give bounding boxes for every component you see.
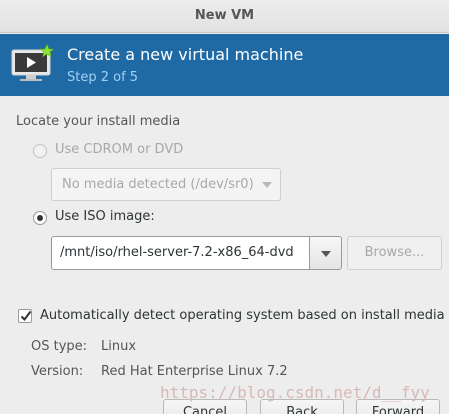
window-titlebar: New VM <box>0 0 449 33</box>
monitor-star-icon <box>11 44 54 81</box>
auto-detect-label: Automatically detect operating system ba… <box>40 308 445 323</box>
os-type-key: OS type: <box>31 339 88 354</box>
os-type-value: Linux <box>101 339 137 354</box>
chevron-down-icon <box>262 182 272 188</box>
chevron-down-icon <box>321 251 331 257</box>
wizard-header: Create a new virtual machine Step 2 of 5 <box>0 34 449 96</box>
window-title: New VM <box>194 8 255 23</box>
browse-button[interactable]: Browse... <box>347 236 442 270</box>
cdrom-radio[interactable] <box>33 144 47 158</box>
cancel-button-label: Cancel <box>182 405 228 414</box>
browse-button-label: Browse... <box>364 245 425 260</box>
cdrom-combo-value: No media detected (/dev/sr0) <box>62 177 254 192</box>
checkmark-icon <box>20 310 32 322</box>
version-value: Red Hat Enterprise Linux 7.2 <box>101 364 288 379</box>
install-media-label: Locate your install media <box>16 114 181 129</box>
cdrom-radio-label: Use CDROM or DVD <box>55 142 184 157</box>
forward-button-label: Forward <box>371 405 425 414</box>
iso-path-text: /mnt/iso/rhel-server-7.2-x86_64-dvd <box>60 245 294 260</box>
cdrom-combo[interactable]: No media detected (/dev/sr0) <box>51 168 281 201</box>
iso-path-dropdown-button[interactable] <box>309 236 342 270</box>
iso-radio-label: Use ISO image: <box>55 209 155 224</box>
auto-detect-checkbox[interactable] <box>18 309 32 323</box>
radio-selected-dot <box>37 215 43 221</box>
watermark-text: https://blog.csdn.net/d__fyy <box>160 383 430 402</box>
iso-path-input[interactable]: /mnt/iso/rhel-server-7.2-x86_64-dvd <box>51 236 309 270</box>
iso-radio[interactable] <box>33 211 47 225</box>
wizard-title: Create a new virtual machine <box>67 45 304 64</box>
version-key: Version: <box>31 364 84 379</box>
wizard-step: Step 2 of 5 <box>67 70 139 85</box>
back-button-label: Back <box>286 405 318 414</box>
